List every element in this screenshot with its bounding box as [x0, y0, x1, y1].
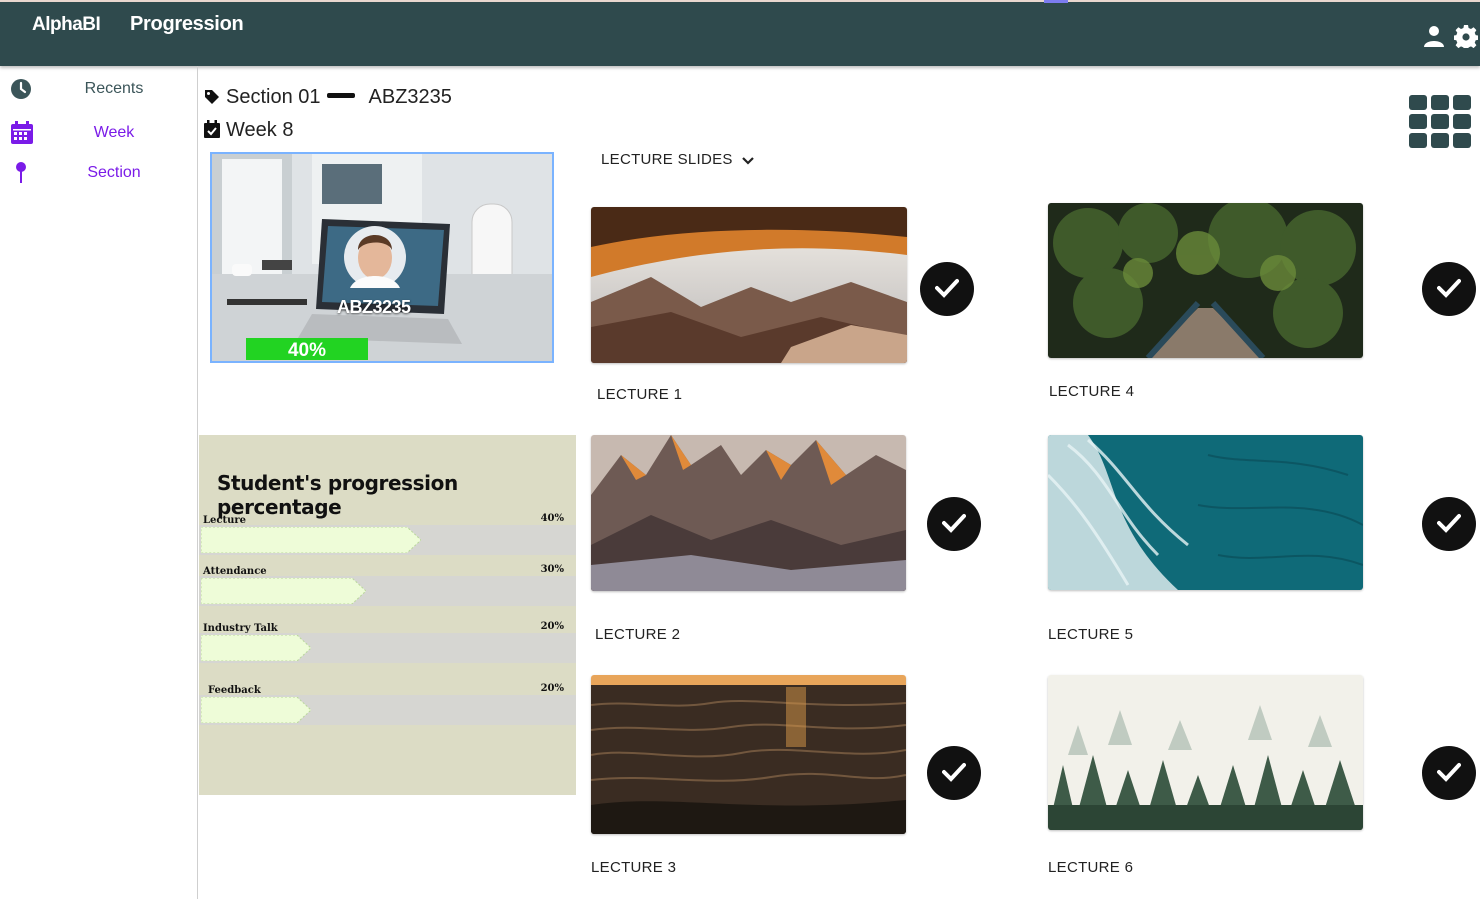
- progression-row-label: Attendance: [203, 566, 267, 577]
- sidebar-item-recents[interactable]: Recents: [0, 74, 198, 104]
- lecture-4-label: LECTURE 4: [1049, 383, 1135, 400]
- course-code: ABZ3235: [368, 86, 452, 108]
- breadcrumb-week: Week 8: [204, 119, 293, 142]
- lecture-3-thumbnail[interactable]: [591, 675, 906, 834]
- lecture-2-thumbnail[interactable]: [591, 435, 906, 591]
- progression-fill-shape: [201, 697, 311, 723]
- check-icon: [942, 763, 966, 782]
- sidebar: Recents Week Section: [0, 66, 198, 899]
- progression-row-percent: 20%: [540, 621, 564, 632]
- calendar-icon: [11, 121, 33, 144]
- lecture-6-complete-check[interactable]: [1422, 746, 1476, 800]
- video-progress-bar: 40%: [246, 338, 368, 361]
- sidebar-item-section[interactable]: Section: [0, 158, 198, 188]
- progression-row-percent: 40%: [540, 513, 564, 524]
- progression-row-industry-talk: Industry Talk 20%: [199, 621, 576, 683]
- lecture-1-image: [591, 207, 907, 363]
- progression-fill-shape: [201, 578, 366, 604]
- progression-row-label: Industry Talk: [203, 623, 278, 634]
- lecture-2-label: LECTURE 2: [595, 626, 681, 643]
- user-icon[interactable]: [1422, 24, 1446, 48]
- top-bar: AlphaBI Progression: [0, 0, 1480, 66]
- grid-view-icon[interactable]: [1409, 95, 1471, 149]
- video-card[interactable]: ABZ3235 40%: [210, 152, 554, 363]
- lecture-3-complete-check[interactable]: [927, 746, 981, 800]
- progression-row-attendance: Attendance 30%: [199, 564, 576, 626]
- gear-icon[interactable]: [1454, 24, 1478, 48]
- video-id-label: ABZ3235: [337, 297, 411, 317]
- tab-indicator: [1044, 0, 1068, 3]
- lecture-4-image: [1048, 203, 1363, 358]
- lecture-6-label: LECTURE 6: [1048, 859, 1134, 876]
- lecture-3-label: LECTURE 3: [591, 859, 677, 876]
- lecture-2-image: [591, 435, 906, 591]
- section-name: Section 01: [226, 86, 321, 108]
- progression-panel: Student's progression percentage Lecture…: [199, 435, 576, 795]
- breadcrumb-section: Section 01 ABZ3235: [204, 86, 452, 109]
- progression-fill: [201, 635, 311, 661]
- pin-icon: [16, 162, 26, 183]
- lecture-1-thumbnail[interactable]: [591, 207, 907, 363]
- lecture-5-thumbnail[interactable]: [1048, 435, 1363, 590]
- page-title: Progression: [130, 13, 244, 35]
- lecture-5-image: [1048, 435, 1363, 590]
- lecture-1-label: LECTURE 1: [597, 386, 683, 403]
- check-icon: [1437, 514, 1461, 533]
- chevron-down-icon: [741, 157, 754, 165]
- progression-row-label: Feedback: [208, 685, 261, 696]
- week-name: Week 8: [226, 119, 294, 141]
- video-progress-label: 40%: [287, 340, 327, 361]
- brand-logo[interactable]: AlphaBI: [32, 14, 101, 36]
- sidebar-item-week[interactable]: Week: [0, 118, 198, 148]
- progression-row-percent: 30%: [540, 564, 564, 575]
- lecture-5-label: LECTURE 5: [1048, 626, 1134, 643]
- lecture-5-complete-check[interactable]: [1422, 497, 1476, 551]
- progression-fill-shape: [201, 527, 421, 553]
- clock-icon: [11, 79, 31, 99]
- dash-separator: [326, 93, 355, 98]
- progression-title: Student's progression percentage: [217, 471, 458, 519]
- lecture-3-image: [591, 675, 906, 834]
- lecture-4-complete-check[interactable]: [1422, 262, 1476, 316]
- lecture-slides-dropdown[interactable]: LECTURE SLIDES: [601, 151, 755, 168]
- lecture-slides-dropdown-label: LECTURE SLIDES: [601, 151, 733, 168]
- progression-fill: [201, 578, 366, 604]
- progression-row-feedback: Feedback 20%: [199, 683, 576, 745]
- progression-row-percent: 20%: [540, 683, 564, 694]
- lecture-4-thumbnail[interactable]: [1048, 203, 1363, 358]
- progression-fill: [201, 697, 311, 723]
- lecture-6-image: [1048, 675, 1363, 830]
- calendar-check-icon: [204, 120, 220, 138]
- progression-row-label: Lecture: [203, 515, 247, 526]
- sidebar-item-label: Section: [87, 164, 141, 181]
- check-icon: [935, 279, 959, 298]
- lecture-1-complete-check[interactable]: [920, 262, 974, 316]
- sidebar-item-label: Recents: [84, 80, 144, 97]
- sidebar-item-label: Week: [93, 124, 135, 141]
- check-icon: [1437, 763, 1461, 782]
- lecture-2-complete-check[interactable]: [927, 497, 981, 551]
- video-thumbnail: [212, 154, 552, 361]
- check-icon: [942, 514, 966, 533]
- progression-fill-shape: [201, 635, 311, 661]
- progression-fill: [201, 527, 421, 553]
- tag-icon: [205, 90, 219, 104]
- check-icon: [1437, 279, 1461, 298]
- lecture-6-thumbnail[interactable]: [1048, 675, 1363, 830]
